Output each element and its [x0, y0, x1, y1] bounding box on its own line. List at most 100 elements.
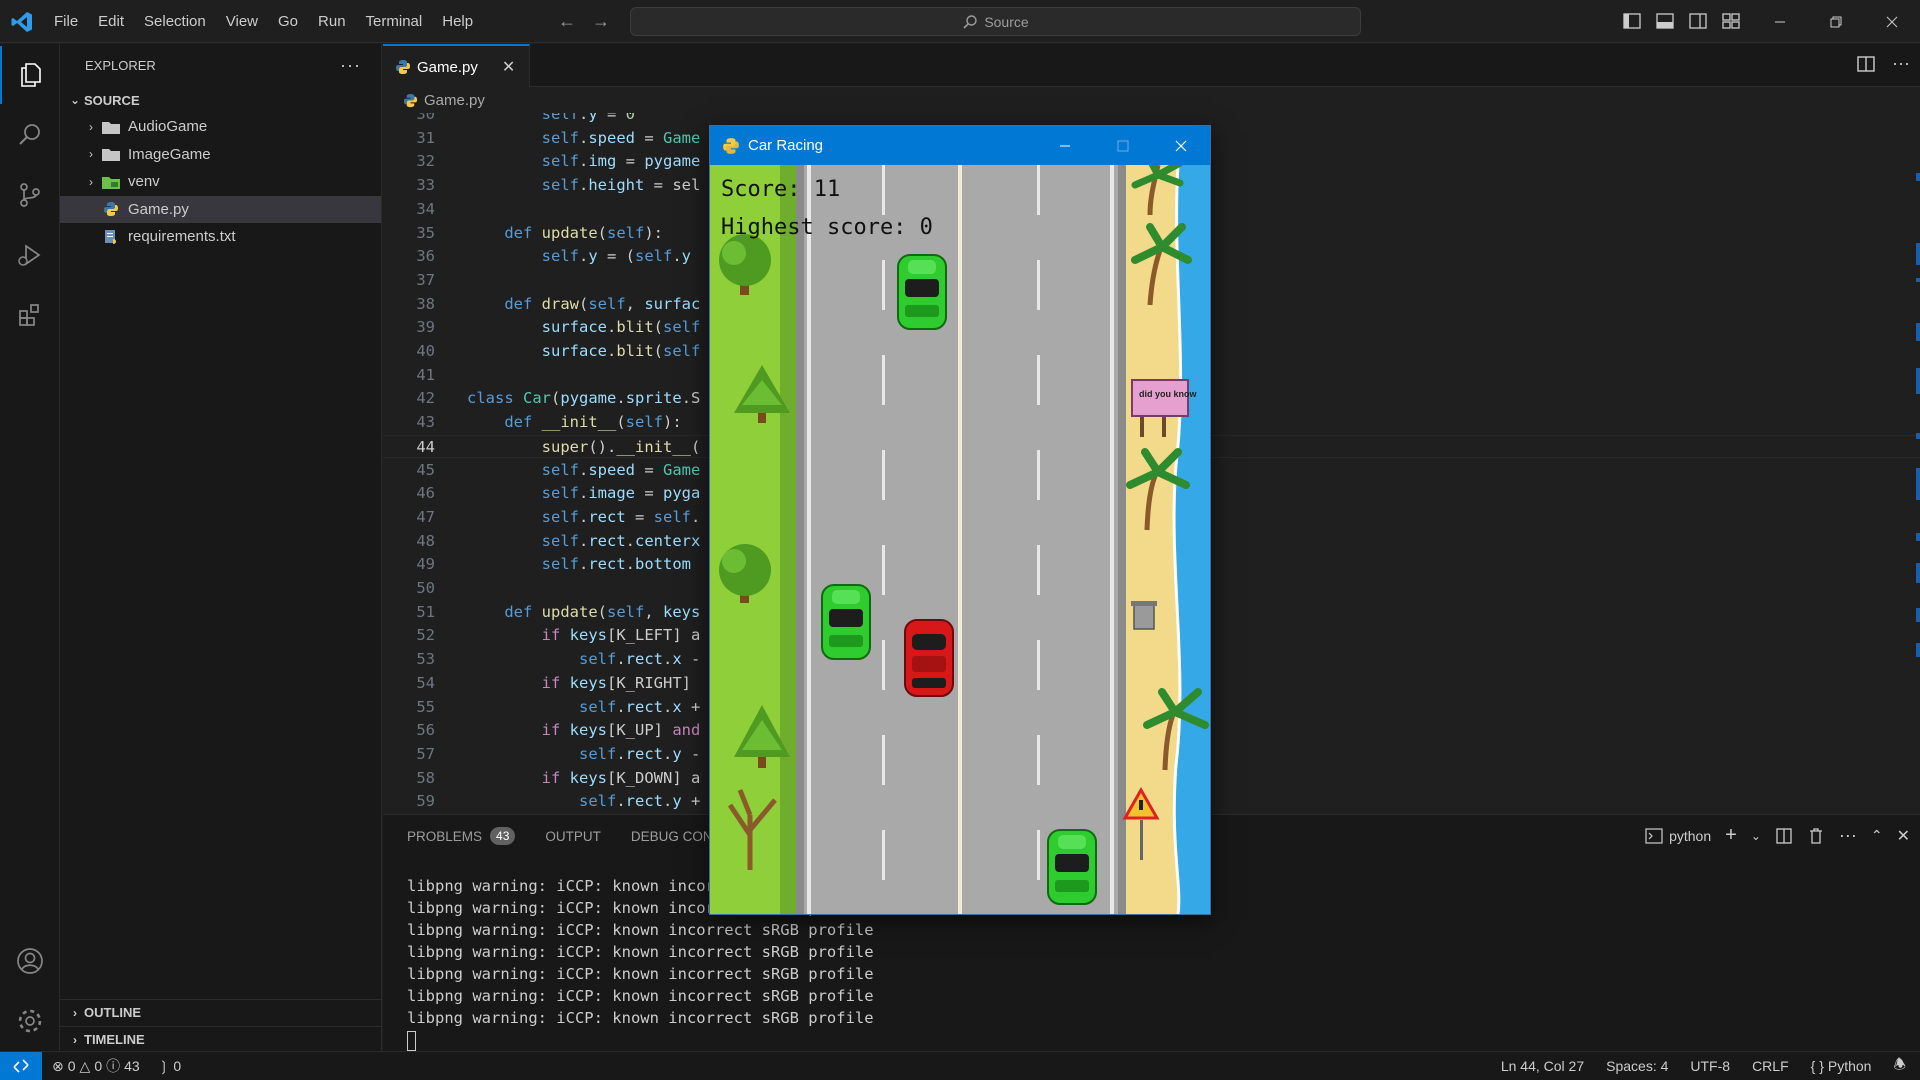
restore-button[interactable] [1808, 0, 1864, 43]
game-canvas[interactable]: did you know Score: 11 Highest score: 0 [710, 165, 1210, 914]
search-activity[interactable] [0, 106, 60, 164]
ports-status[interactable]: ❳ 0 [158, 1058, 182, 1075]
line-number: 39 [416, 318, 435, 337]
menu-selection[interactable]: Selection [134, 0, 216, 43]
language-mode[interactable]: { } Python [1811, 1058, 1872, 1074]
back-arrow-icon[interactable]: ← [555, 10, 579, 34]
outline-section-header[interactable]: › OUTLINE [60, 999, 381, 1025]
menu-run[interactable]: Run [308, 0, 356, 43]
problems-count-badge: 43 [490, 827, 516, 845]
tree-item-label: ImageGame [128, 145, 211, 163]
editor-scrollbar[interactable] [1906, 113, 1920, 814]
manage-activity[interactable] [0, 992, 60, 1050]
line-number: 35 [416, 223, 435, 242]
language-label: Python [1827, 1058, 1872, 1074]
more-actions-icon[interactable]: ··· [340, 55, 361, 76]
minimize-button[interactable] [1752, 0, 1808, 43]
menu-help[interactable]: Help [432, 0, 483, 43]
tab-label: Game.py [417, 58, 478, 76]
tree-item-venv[interactable]: › venv [60, 168, 381, 196]
tab-problems[interactable]: PROBLEMS 43 [407, 827, 516, 845]
line-endings[interactable]: CRLF [1752, 1058, 1789, 1074]
code-text: if keys[K_UP] and [541, 721, 701, 740]
enemy-car [897, 254, 947, 330]
menu-file[interactable]: File [44, 0, 88, 43]
menu-go[interactable]: Go [268, 0, 308, 43]
indentation[interactable]: Spaces: 4 [1606, 1058, 1668, 1074]
line-number: 36 [416, 247, 435, 266]
chevron-up-icon[interactable]: ⌃ [1871, 827, 1883, 844]
forward-arrow-icon[interactable]: → [589, 10, 613, 34]
terminal-selector[interactable]: python [1645, 828, 1711, 844]
run-debug-activity[interactable] [0, 226, 60, 284]
tree-item-requirements[interactable]: requirements.txt [60, 223, 381, 251]
menu-bar: File Edit Selection View Go Run Terminal… [44, 0, 483, 43]
command-center-search[interactable]: Source [630, 7, 1361, 36]
split-terminal-icon[interactable] [1775, 827, 1793, 845]
trash-icon[interactable] [1807, 827, 1825, 845]
restore-icon [1830, 16, 1842, 27]
close-window-button[interactable] [1864, 0, 1920, 43]
terminal-line: libpng warning: iCCP: known incorrect sR… [407, 965, 874, 983]
tab-output[interactable]: OUTPUT [545, 829, 601, 844]
menu-edit[interactable]: Edit [88, 0, 134, 43]
enemy-car [821, 584, 871, 660]
code-text: def update(self): [504, 223, 664, 242]
tab-output-label: OUTPUT [545, 828, 601, 844]
toggle-primary-sidebar-icon[interactable] [1620, 9, 1644, 33]
extensions-activity[interactable] [0, 286, 60, 344]
tab-game-py[interactable]: Game.py ✕ [383, 44, 530, 88]
road-edge-line-left [807, 165, 811, 914]
source-control-activity[interactable] [0, 166, 60, 224]
cursor-position[interactable]: Ln 44, Col 27 [1501, 1058, 1584, 1074]
menu-view[interactable]: View [216, 0, 268, 43]
more-actions-icon[interactable]: ··· [1892, 54, 1910, 74]
customize-layout-icon[interactable] [1719, 9, 1743, 33]
line-number: 44 [416, 437, 435, 456]
breadcrumb-file[interactable]: Game.py [424, 92, 485, 109]
warning-count: 0 [94, 1058, 103, 1074]
new-terminal-icon[interactable]: + [1725, 824, 1737, 847]
line-number: 47 [416, 507, 435, 526]
tree-item-game-py[interactable]: Game.py [60, 195, 381, 223]
timeline-section-header[interactable]: › TIMELINE [60, 1026, 381, 1052]
split-editor-icon[interactable] [1856, 54, 1876, 74]
game-hud: Score: 11 Highest score: 0 [721, 171, 933, 247]
line-number: 38 [416, 294, 435, 313]
game-maximize-button[interactable] [1094, 126, 1152, 165]
accounts-activity[interactable] [0, 932, 60, 990]
game-minimize-button[interactable] [1036, 126, 1094, 165]
code-text: self.rect.bottom [541, 555, 691, 574]
toggle-secondary-sidebar-icon[interactable] [1686, 9, 1710, 33]
chevron-down-icon[interactable]: ⌄ [1751, 829, 1761, 843]
chevron-down-icon: ⌄ [69, 93, 81, 107]
warning-icon: △ [79, 1057, 91, 1074]
folder-section-header[interactable]: ⌄ SOURCE [60, 87, 381, 113]
menu-terminal[interactable]: Terminal [356, 0, 433, 43]
line-number: 30 [416, 113, 435, 123]
tree-item-imagegame[interactable]: › ImageGame [60, 141, 381, 169]
python-file-icon [403, 93, 418, 107]
game-window-titlebar[interactable]: Car Racing [710, 126, 1210, 165]
notifications-bell-icon[interactable]: 🕭 [1893, 1054, 1906, 1078]
chevron-right-icon: › [89, 119, 93, 134]
toggle-panel-icon[interactable] [1653, 9, 1677, 33]
car-racing-window[interactable]: Car Racing did you know Score: 11 Highes… [709, 125, 1211, 915]
code-text: def draw(self, surfac [504, 294, 701, 313]
terminal-line: libpng warning: iCCP: known incorrect sR… [407, 1009, 874, 1027]
game-close-button[interactable] [1152, 126, 1210, 165]
terminal-line: libpng warning: iCCP: known incorrect sR… [407, 943, 874, 961]
info-icon: ⓘ [106, 1058, 121, 1074]
encoding[interactable]: UTF-8 [1690, 1058, 1730, 1074]
timeline-label: TIMELINE [84, 1032, 145, 1047]
code-text: self.rect.y + [578, 792, 701, 811]
tree-item-audiogame[interactable]: › AudioGame [60, 113, 381, 141]
more-actions-icon[interactable]: ··· [1839, 825, 1857, 846]
problems-status[interactable]: ⊗ 0 △ 0 ⓘ 43 [52, 1056, 140, 1076]
explorer-activity[interactable] [0, 46, 60, 104]
close-tab-icon[interactable]: ✕ [502, 57, 515, 77]
code-text: surface.blit(self [541, 342, 701, 360]
close-panel-icon[interactable]: ✕ [1897, 826, 1910, 846]
vscode-logo-icon [11, 12, 32, 32]
remote-indicator[interactable] [0, 1052, 42, 1080]
